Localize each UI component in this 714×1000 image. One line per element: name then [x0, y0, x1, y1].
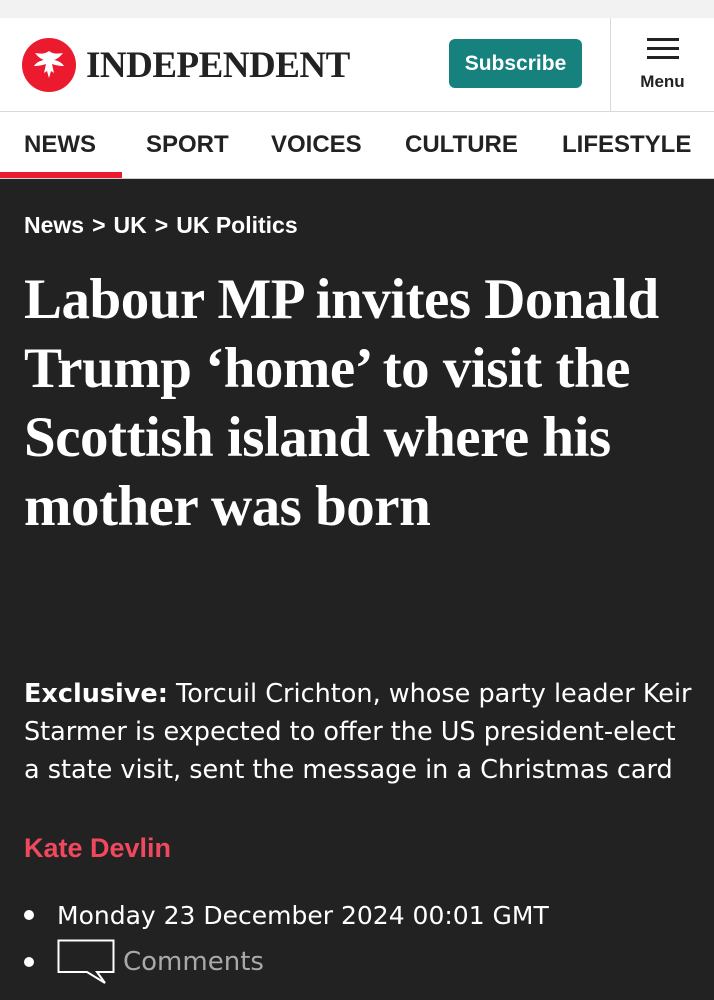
nav-item-voices[interactable]: VOICES	[271, 112, 362, 178]
hamburger-icon	[646, 38, 679, 59]
menu-button[interactable]: Menu	[610, 18, 714, 112]
breadcrumb: News > UK > UK Politics	[24, 212, 298, 239]
publish-date: Monday 23 December 2024 00:01 GMT	[57, 900, 549, 930]
speech-bubble-icon	[57, 939, 115, 984]
nav-active-indicator	[0, 172, 122, 178]
subscribe-button[interactable]: Subscribe	[449, 39, 582, 88]
author-link[interactable]: Kate Devlin	[24, 833, 171, 864]
article-headline: Labour MP invites Donald Trump ‘home’ to…	[24, 268, 659, 538]
menu-label: Menu	[640, 72, 685, 91]
breadcrumb-news[interactable]: News	[24, 212, 84, 239]
breadcrumb-uk-politics[interactable]: UK Politics	[176, 212, 297, 239]
article-standfirst: Exclusive: Torcuil Crichton, whose party…	[24, 675, 696, 789]
nav-item-lifestyle[interactable]: LIFESTYLE	[562, 112, 691, 178]
nav-item-sport[interactable]: SPORT	[146, 112, 229, 178]
site-logo[interactable]: INDEPENDENT	[22, 38, 350, 92]
comments-row: Comments	[24, 939, 264, 985]
standfirst-label: Exclusive:	[24, 678, 168, 709]
logo-wordmark: INDEPENDENT	[86, 44, 350, 86]
section-nav: NEWS SPORT VOICES CULTURE LIFESTYLE	[0, 112, 714, 179]
bullet-dot	[24, 910, 34, 920]
top-strip	[0, 0, 714, 18]
site-header: INDEPENDENT Subscribe Menu	[0, 18, 714, 112]
date-row: Monday 23 December 2024 00:01 GMT	[24, 895, 549, 935]
comments-label: Comments	[123, 947, 264, 977]
breadcrumb-uk[interactable]: UK	[114, 212, 147, 239]
breadcrumb-separator: >	[92, 212, 106, 238]
comments-link[interactable]: Comments	[57, 939, 264, 985]
eagle-icon	[22, 38, 76, 92]
nav-item-news[interactable]: NEWS	[24, 112, 96, 178]
bullet-dot	[24, 957, 34, 967]
nav-item-culture[interactable]: CULTURE	[405, 112, 518, 178]
breadcrumb-separator: >	[154, 212, 169, 238]
